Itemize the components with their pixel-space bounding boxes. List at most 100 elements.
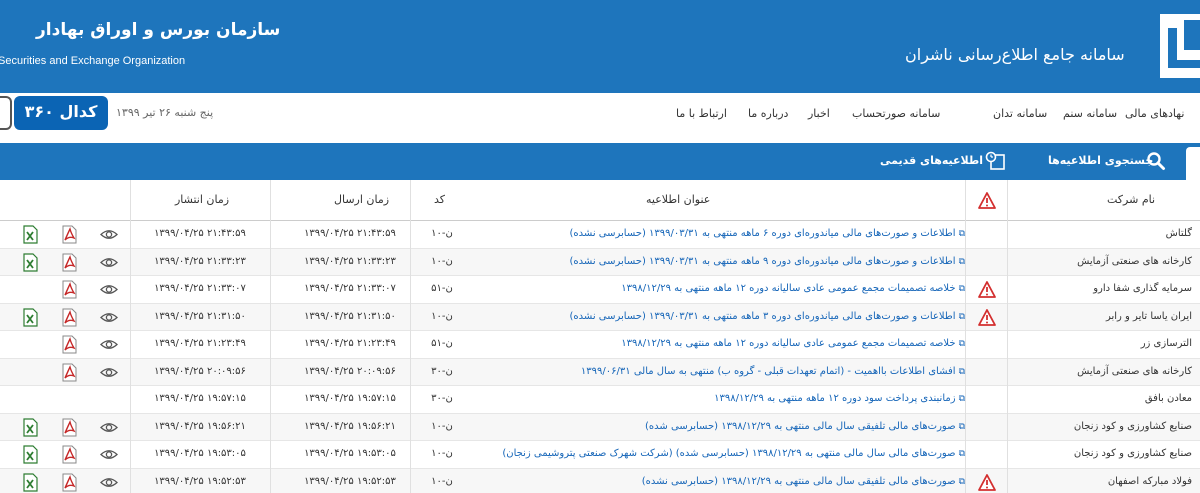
view-icon[interactable]	[100, 280, 118, 299]
notice-title: اطلاعات و صورت‌های مالی میاندوره‌ای دوره…	[569, 255, 956, 267]
nav-invoice[interactable]: سامانه صورتحساب	[852, 107, 940, 120]
warning-icon	[978, 192, 996, 209]
view-icon[interactable]	[100, 253, 118, 272]
notice-title-link[interactable]: ⧉خلاصه تصمیمات مجمع عمومی عادی سالیانه د…	[420, 338, 965, 349]
notice-title-link[interactable]: ⧉زمانبندی پرداخت سود دوره ۱۲ ماهه منتهی …	[420, 393, 965, 404]
pdf-icon[interactable]	[60, 445, 78, 464]
table-row: معادن بافق ⧉زمانبندی پرداخت سود دوره ۱۲ م…	[0, 386, 1200, 414]
pdf-icon[interactable]	[60, 363, 78, 382]
notice-title-link[interactable]: ⧉خلاصه تصمیمات مجمع عمومی عادی سالیانه د…	[420, 283, 965, 294]
published-time: ۱۳۹۹/۰۴/۲۵ ۲۱:۳۳:۰۷	[154, 283, 246, 294]
column-divider	[130, 180, 131, 493]
company-name[interactable]: صنایع کشاورزی و کود زنجان	[1010, 448, 1200, 459]
notice-title-link[interactable]: ⧉صورت‌های مالی تلفیقی سال مالی منتهی به …	[420, 476, 965, 487]
company-name[interactable]: فولاد مبارکه اصفهان	[1010, 476, 1200, 487]
published-time: ۱۳۹۹/۰۴/۲۵ ۱۹:۵۳:۰۵	[154, 448, 246, 459]
sent-time: ۱۳۹۹/۰۴/۲۵ ۲۱:۳۳:۰۷	[304, 283, 396, 294]
sent-time: ۱۳۹۹/۰۴/۲۵ ۱۹:۵۳:۰۵	[304, 448, 396, 459]
table-row: کارخانه های صنعتی آزمایش ⧉اطلاعات و صورت‌…	[0, 248, 1200, 276]
excel-icon[interactable]	[21, 252, 39, 272]
sent-time: ۱۳۹۹/۰۴/۲۵ ۲۱:۳۳:۲۳	[304, 255, 396, 267]
warning-icon	[978, 308, 996, 326]
excel-icon[interactable]	[21, 472, 39, 492]
published-time: ۱۳۹۹/۰۴/۲۵ ۱۹:۵۲:۵۳	[154, 475, 246, 487]
header-code: کد	[434, 193, 446, 206]
codal-logo-icon[interactable]	[1160, 14, 1200, 78]
company-name[interactable]: ایران یاسا تایر و رابر	[1010, 311, 1200, 322]
pdf-icon[interactable]	[60, 335, 78, 354]
company-name[interactable]: الترسازی زر	[1010, 338, 1200, 349]
notice-title-link[interactable]: ⧉صورت‌های مالی تلفیقی سال مالی منتهی به …	[420, 421, 965, 432]
excel-icon[interactable]	[21, 445, 39, 464]
notice-title-link[interactable]: ⧉اطلاعات و صورت‌های مالی میاندوره‌ای دور…	[420, 311, 965, 322]
warning-icon	[978, 473, 996, 491]
nav-news[interactable]: اخبار	[808, 107, 830, 120]
company-name[interactable]: سرمایه گذاری شفا دارو	[1010, 283, 1200, 294]
notice-title-link[interactable]: ⧉افشای اطلاعات بااهمیت - (اتمام تعهدات ق…	[420, 366, 965, 377]
notice-title: افشای اطلاعات بااهمیت - (اتمام تعهدات قب…	[580, 365, 956, 377]
tab-active-indicator	[1186, 147, 1200, 180]
codal-360-badge[interactable]: کدال ۳۶۰	[14, 96, 108, 130]
header-published: زمان انتشار	[175, 193, 230, 206]
sent-time: ۱۳۹۹/۰۴/۲۵ ۲۰:۰۹:۵۶	[304, 365, 396, 377]
current-date: پنج شنبه ۲۶ تیر ۱۳۹۹	[116, 106, 214, 119]
excel-icon[interactable]	[21, 307, 39, 327]
published-time: ۱۳۹۹/۰۴/۲۵ ۲۰:۰۹:۵۶	[154, 365, 246, 377]
pdf-icon[interactable]	[60, 280, 78, 299]
view-icon[interactable]	[100, 418, 118, 437]
view-icon[interactable]	[100, 473, 118, 492]
org-subtitle: Securities and Exchange Organization	[0, 55, 186, 67]
view-icon[interactable]	[100, 335, 118, 354]
view-icon[interactable]	[100, 363, 118, 382]
excel-icon[interactable]	[21, 417, 39, 437]
notice-title: خلاصه تصمیمات مجمع عمومی عادی سالیانه دو…	[621, 338, 956, 349]
pdf-icon[interactable]	[60, 418, 78, 437]
pdf-icon[interactable]	[60, 253, 78, 272]
sent-time: ۱۳۹۹/۰۴/۲۵ ۲۱:۴۳:۵۹	[304, 228, 396, 239]
published-time: ۱۳۹۹/۰۴/۲۵ ۱۹:۵۶:۲۱	[154, 420, 246, 432]
view-icon[interactable]	[100, 445, 118, 464]
column-divider	[965, 180, 966, 493]
header-sent: زمان ارسال	[334, 193, 390, 206]
nav-sanam[interactable]: سامانه سنم	[1063, 107, 1117, 120]
pdf-icon[interactable]	[60, 308, 78, 327]
nav-financial-institutions[interactable]: نهادهای مالی	[1125, 107, 1184, 120]
notice-title-link[interactable]: ⧉صورت‌های مالی سال مالی منتهی به ۱۳۹۸/۱۲…	[420, 448, 965, 459]
nav-about[interactable]: درباره ما	[748, 107, 788, 120]
view-icon[interactable]	[100, 225, 118, 244]
tab-old-notices[interactable]: اطلاعیه‌های قدیمی	[880, 154, 983, 167]
header-title: عنوان اطلاعیه	[646, 193, 711, 206]
column-divider	[410, 180, 411, 493]
nav-tadan[interactable]: سامانه تدان	[993, 107, 1047, 120]
notice-title-link[interactable]: ⧉اطلاعات و صورت‌های مالی میاندوره‌ای دور…	[420, 228, 965, 239]
company-name[interactable]: صنایع کشاورزی و کود زنجان	[1010, 421, 1200, 432]
notice-title: اطلاعات و صورت‌های مالی میاندوره‌ای دوره…	[569, 310, 956, 322]
company-name[interactable]: کارخانه های صنعتی آزمایش	[1010, 256, 1200, 267]
company-name[interactable]: گلتاش	[1010, 228, 1200, 239]
sent-time: ۱۳۹۹/۰۴/۲۵ ۲۱:۳۱:۵۰	[304, 310, 396, 322]
pdf-icon[interactable]	[60, 473, 78, 492]
company-name[interactable]: کارخانه های صنعتی آزمایش	[1010, 366, 1200, 377]
nav-contact[interactable]: ارتباط با ما	[676, 107, 727, 120]
excel-icon[interactable]	[21, 225, 39, 244]
notice-title-link[interactable]: ⧉اطلاعات و صورت‌های مالی میاندوره‌ای دور…	[420, 256, 965, 267]
tab-search-notices[interactable]: جستجوی اطلاعیه‌ها	[1048, 154, 1153, 167]
header-company: نام شرکت	[1107, 193, 1156, 206]
pdf-icon[interactable]	[60, 225, 78, 244]
codal-360-label: کدال ۳۶۰	[24, 102, 98, 121]
notice-title: اطلاعات و صورت‌های مالی میاندوره‌ای دوره…	[569, 228, 956, 239]
table-row: الترسازی زر ⧉خلاصه تصمیمات مجمع عمومی عاد…	[0, 331, 1200, 359]
sent-time: ۱۳۹۹/۰۴/۲۵ ۱۹:۵۶:۲۱	[304, 420, 396, 432]
view-icon[interactable]	[100, 308, 118, 327]
sent-time: ۱۳۹۹/۰۴/۲۵ ۱۹:۵۷:۱۵	[304, 393, 396, 404]
org-title: سازمان بورس و اوراق بهادار	[36, 20, 281, 40]
company-name[interactable]: معادن بافق	[1010, 393, 1200, 404]
published-time: ۱۳۹۹/۰۴/۲۵ ۱۹:۵۷:۱۵	[154, 393, 246, 404]
notice-title: صورت‌های مالی سال مالی منتهی به ۱۳۹۸/۱۲/…	[502, 448, 956, 459]
lock-badge-icon[interactable]	[0, 96, 12, 130]
notice-title: زمانبندی پرداخت سود دوره ۱۲ ماهه منتهی ب…	[714, 393, 956, 404]
table-row: گلتاش ⧉اطلاعات و صورت‌های مالی میاندوره‌ا…	[0, 221, 1200, 249]
table-row: فولاد مبارکه اصفهان ⧉صورت‌های مالی تلفیقی…	[0, 468, 1200, 493]
tabs-bar: جستجوی اطلاعیه‌ها اطلاعیه‌های قدیمی	[0, 143, 1200, 180]
sent-time: ۱۳۹۹/۰۴/۲۵ ۲۱:۲۳:۴۹	[304, 338, 396, 349]
